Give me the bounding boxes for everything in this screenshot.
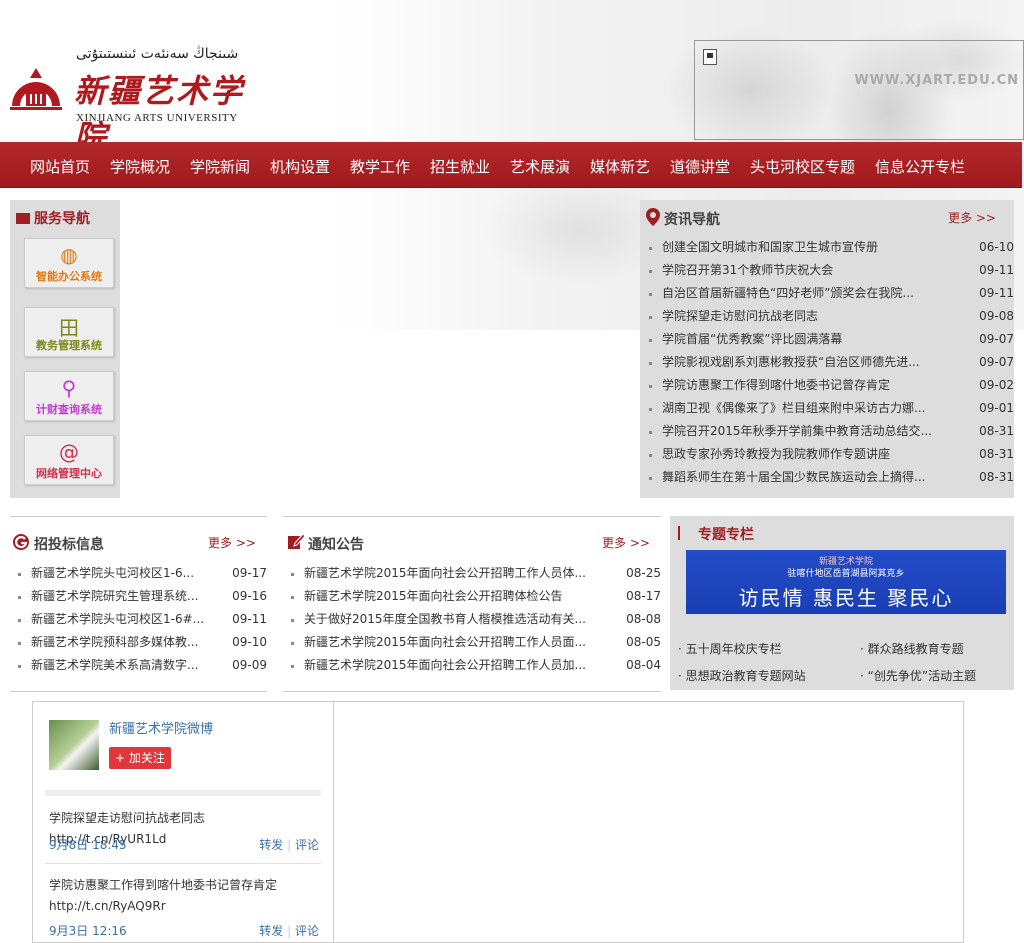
divider — [45, 790, 321, 796]
notice-list: 新疆艺术学院2015年面向社会公开招聘工作人员体... 08-25 新疆艺术学院2… — [291, 562, 661, 677]
news-list: 创建全国文明城市和国家卫生城市宣传册 06-10 学院召开第31个教师节庆祝大会 0… — [649, 236, 1014, 489]
repost-link[interactable]: 转发 — [259, 924, 283, 938]
list-item[interactable]: 新疆艺术学院头屯河校区1-6#... 09-11 — [18, 608, 267, 631]
edit-icon — [288, 533, 305, 549]
service-network-center[interactable]: @ 网络管理中心 — [24, 435, 114, 485]
header-banner[interactable]: WWW.XJART.EDU.CN — [694, 40, 1024, 140]
service-label: 网络管理中心 — [36, 467, 102, 480]
topic-link-ideology[interactable]: · 思想政治教育专题网站 — [678, 667, 806, 684]
weibo-post-meta: 9月8日 18:45 转发 | 评论 — [49, 838, 319, 852]
emblem-icon — [10, 68, 62, 110]
list-item[interactable]: 新疆艺术学院美术系高清数字... 09-09 — [18, 654, 267, 677]
tender-title: 招投标信息 — [34, 537, 104, 553]
service-academic-system[interactable]: 田 教务管理系统 — [24, 307, 114, 357]
main-nav: 网站首页 学院概况 学院新闻 机构设置 教学工作 招生就业 艺术展演 媒体新艺 … — [0, 142, 1022, 188]
service-label: 教务管理系统 — [36, 339, 102, 352]
news-more-link[interactable]: 更多 >> — [948, 209, 996, 226]
comment-link[interactable]: 评论 — [295, 924, 319, 938]
magnifier-icon: ⚲ — [61, 376, 77, 400]
site-logo[interactable]: شىنجاڭ سەنئەت ئىنستىتۇتى 新疆艺术学院 XINJIANG… — [8, 46, 248, 156]
list-item[interactable]: 新疆艺术学院2015年面向社会公开招聘工作人员体... 08-25 — [291, 562, 661, 585]
nav-item-teaching[interactable]: 教学工作 — [350, 156, 410, 177]
nav-item-ethics[interactable]: 道德讲堂 — [670, 156, 730, 177]
list-item[interactable]: 新疆艺术学院研究生管理系统... 09-16 — [18, 585, 267, 608]
follow-button[interactable]: + 加关注 — [109, 747, 171, 769]
repost-link[interactable]: 转发 — [259, 838, 283, 852]
g-circle-icon — [13, 534, 29, 550]
news-panel: 资讯导航 更多 >> 创建全国文明城市和国家卫生城市宣传册 06-10 学院召开第… — [640, 200, 1014, 498]
divider — [45, 863, 321, 864]
tender-panel: 招投标信息 更多 >> 新疆艺术学院头屯河校区1-6... 09-17 新疆艺术学… — [10, 516, 267, 692]
notice-panel: 通知公告 更多 >> 新疆艺术学院2015年面向社会公开招聘工作人员体... 08… — [283, 516, 661, 692]
list-item[interactable]: 学院召开第31个教师节庆祝大会 09-11 — [649, 259, 1014, 282]
nav-item-media[interactable]: 媒体新艺 — [590, 156, 650, 177]
list-item[interactable]: 关于做好2015年度全国教书育人楷模推选活动有关... 08-08 — [291, 608, 661, 631]
nav-item-news[interactable]: 学院新闻 — [190, 156, 250, 177]
service-label: 智能办公系统 — [36, 270, 102, 283]
comment-link[interactable]: 评论 — [295, 838, 319, 852]
list-item[interactable]: 思政专家孙秀玲教授为我院教师作专题讲座 08-31 — [649, 443, 1014, 466]
topic-title: 专题专栏 — [698, 527, 754, 543]
list-item[interactable]: 新疆艺术学院2015年面向社会公开招聘工作人员面... 08-05 — [291, 631, 661, 654]
location-pin-icon — [646, 208, 660, 226]
list-item[interactable]: 学院访惠聚工作得到喀什地委书记曾存肯定 09-02 — [649, 374, 1014, 397]
list-item[interactable]: 创建全国文明城市和国家卫生城市宣传册 06-10 — [649, 236, 1014, 259]
list-item[interactable]: 自治区首届新疆特色“四好老师”颁奖会在我院... 09-11 — [649, 282, 1014, 305]
list-item[interactable]: 新疆艺术学院头屯河校区1-6... 09-17 — [18, 562, 267, 585]
topic-banner-place: 驻喀什地区岳普湖县阿其克乡 — [787, 569, 905, 579]
list-item[interactable]: 学院探望走访慰问抗战老同志 09-08 — [649, 305, 1014, 328]
nav-item-performance[interactable]: 艺术展演 — [510, 156, 570, 177]
list-item[interactable]: 学院影视戏剧系刘惠彬教授获“自治区师德先进... 09-07 — [649, 351, 1014, 374]
service-finance-system[interactable]: ⚲ 计财查询系统 — [24, 371, 114, 421]
topic-banner-slogan: 访民情 惠民生 聚民心 — [738, 586, 954, 610]
post-time[interactable]: 9月8日 18:45 — [49, 838, 127, 852]
avatar[interactable] — [49, 720, 99, 770]
tender-list: 新疆艺术学院头屯河校区1-6... 09-17 新疆艺术学院研究生管理系统... 0… — [18, 562, 267, 677]
news-title: 资讯导航 — [664, 212, 720, 228]
list-item[interactable]: 新疆艺术学院2015年面向社会公开招聘体检公告 08-17 — [291, 585, 661, 608]
list-item[interactable]: 新疆艺术学院预科部多媒体教... 09-10 — [18, 631, 267, 654]
topic-link-anniversary[interactable]: · 五十周年校庆专栏 — [678, 640, 782, 657]
nav-item-admission[interactable]: 招生就业 — [430, 156, 490, 177]
at-icon: @ — [59, 440, 79, 464]
topic-marker — [678, 526, 680, 540]
weibo-widget: 新疆艺术学院微博 + 加关注 学院探望走访慰问抗战老同志http://t.cn/… — [32, 701, 964, 943]
topic-link-mass-line[interactable]: · 群众路线教育专题 — [860, 640, 964, 657]
flash-placeholder-icon — [703, 49, 717, 65]
nav-item-overview[interactable]: 学院概况 — [110, 156, 170, 177]
list-item[interactable]: 湖南卫视《偶像来了》栏目组来附中采访古力娜... 09-01 — [649, 397, 1014, 420]
nav-item-home[interactable]: 网站首页 — [30, 156, 90, 177]
list-item[interactable]: 学院召开2015年秋季开学前集中教育活动总结交... 08-31 — [649, 420, 1014, 443]
post-time[interactable]: 9月3日 12:16 — [49, 924, 127, 938]
weibo-post-text: 学院访惠聚工作得到喀什地委书记曾存肯定 http://t.cn/RyAQ9Rr — [49, 878, 278, 913]
nav-item-campus[interactable]: 头屯河校区专题 — [750, 156, 855, 177]
service-nav-title: 服务导航 — [16, 208, 90, 228]
notice-more-link[interactable]: 更多 >> — [602, 534, 650, 551]
banner-url: WWW.XJART.EDU.CN — [854, 73, 1019, 88]
topic-banner[interactable]: 新疆艺术学院 驻喀什地区岳普湖县阿其克乡 访民情 惠民生 聚民心 — [686, 550, 1006, 614]
topic-link-excellence[interactable]: · “创先争优”活动主题 — [860, 667, 976, 684]
list-item[interactable]: 新疆艺术学院2015年面向社会公开招聘工作人员加... 08-04 — [291, 654, 661, 677]
service-office-system[interactable]: ◍ 智能办公系统 — [24, 238, 114, 288]
tender-more-link[interactable]: 更多 >> — [208, 534, 256, 551]
book-icon — [16, 213, 30, 224]
nav-item-disclosure[interactable]: 信息公开专栏 — [875, 156, 965, 177]
weibo-feed: 新疆艺术学院微博 + 加关注 学院探望走访慰问抗战老同志http://t.cn/… — [33, 702, 334, 942]
weibo-account-name[interactable]: 新疆艺术学院微博 — [109, 718, 213, 737]
service-label: 计财查询系统 — [36, 403, 102, 416]
site-header: شىنجاڭ سەنئەت ئىنستىتۇتى 新疆艺术学院 XINJIANG… — [0, 0, 1024, 156]
topic-panel: 专题专栏 新疆艺术学院 驻喀什地区岳普湖县阿其克乡 访民情 惠民生 聚民心 · … — [670, 516, 1014, 690]
service-nav-panel: 服务导航 ◍ 智能办公系统 田 教务管理系统 ⚲ 计财查询系统 @ 网络管理中心 — [10, 200, 120, 498]
globe-icon: ◍ — [60, 243, 78, 267]
logo-english-text: XINJIANG ARTS UNIVERSITY — [76, 112, 238, 124]
notice-title: 通知公告 — [308, 537, 364, 553]
list-item[interactable]: 学院首届“优秀教案”评比圆满落幕 09-07 — [649, 328, 1014, 351]
nav-item-departments[interactable]: 机构设置 — [270, 156, 330, 177]
logo-uyghur-text: شىنجاڭ سەنئەت ئىنستىتۇتى — [76, 46, 239, 62]
list-item[interactable]: 舞蹈系师生在第十届全国少数民族运动会上摘得... 08-31 — [649, 466, 1014, 489]
